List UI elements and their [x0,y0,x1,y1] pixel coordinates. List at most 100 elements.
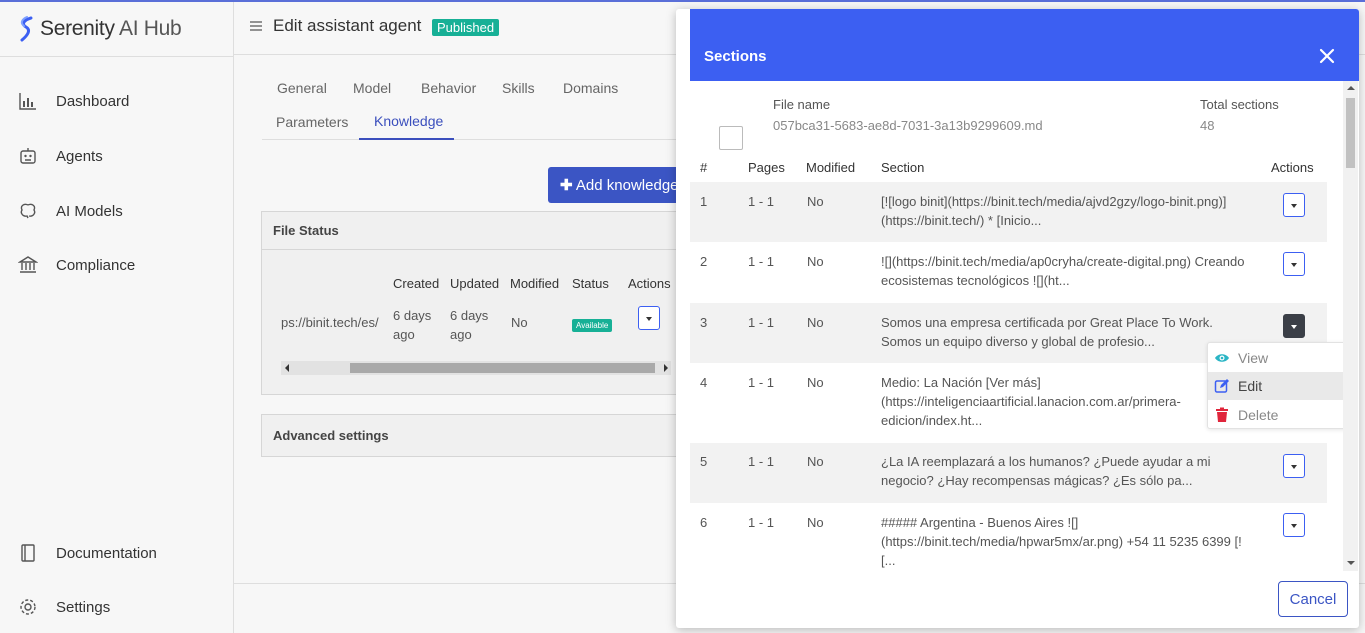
serenity-logo-icon [20,16,33,42]
row-section: Somos una empresa certificada por Great … [881,315,1213,349]
file-source-url: ps://binit.tech/es/ [281,315,379,330]
sidebar-item-ai-models[interactable]: AI Models [18,199,123,223]
row-modified: No [807,315,824,330]
sidebar-item-agents[interactable]: Agents [18,144,103,168]
scroll-up-icon[interactable] [1347,86,1355,90]
row-pages: 1 - 1 [748,315,775,330]
sidebar-item-compliance[interactable]: Compliance [18,253,135,277]
sidebar-item-label: Dashboard [56,92,130,110]
advanced-settings-card[interactable]: Advanced settings [261,414,681,457]
scroll-right-icon[interactable] [664,364,668,372]
table-row: 1 1 - 1 No [![logo binit](https://binit.… [690,182,1327,242]
caret-down-icon [1291,325,1297,329]
column-created: Created [393,276,440,291]
column-actions: Actions [1271,160,1314,175]
brain-icon [20,203,36,219]
dropdown-item-edit[interactable]: Edit [1208,372,1345,400]
dropdown-item-view[interactable]: View [1208,344,1345,372]
horizontal-scrollbar[interactable] [281,361,671,375]
row-pages: 1 - 1 [748,454,775,469]
modal-header: Sections [690,9,1359,81]
sidebar-item-label: Settings [56,598,111,616]
caret-down-icon [1291,204,1297,208]
app-name: Serenity AI Hub [40,17,182,40]
row-pages: 1 - 1 [748,194,775,209]
select-all-checkbox[interactable] [719,126,743,150]
row-section: ![](https://binit.tech/media/ap0cryha/cr… [881,254,1245,288]
file-created: 6 days ago [393,308,432,342]
column-updated: Updated [450,276,500,291]
caret-down-icon [1291,263,1297,267]
row-section: ##### Argentina - Buenos Aires ![](https… [881,515,1242,568]
file-status-title: File Status [262,212,680,250]
table-row: 2 1 - 1 No ![](https://binit.tech/media/… [690,242,1327,303]
tab-knowledge[interactable]: Knowledge [374,113,443,129]
row-modified: No [807,375,824,390]
row-number: 1 [700,194,708,209]
row-number: 2 [700,254,708,269]
tab-model[interactable]: Model [353,80,391,96]
row-actions-button[interactable] [1283,454,1305,478]
dropdown-item-delete[interactable]: Delete [1208,401,1345,429]
cancel-button[interactable]: Cancel [1278,581,1348,617]
modal-title: Sections [704,48,767,65]
robot-icon [20,148,36,164]
sidebar-item-dashboard[interactable]: Dashboard [18,89,129,113]
close-icon[interactable] [1317,46,1337,66]
row-modified: No [807,254,824,269]
row-pages: 1 - 1 [748,375,775,390]
trash-icon [1216,407,1228,422]
row-pages: 1 - 1 [748,515,775,530]
sidebar-divider [0,56,234,57]
sidebar-item-settings[interactable]: Settings [18,595,110,619]
sidebar-item-label: Documentation [56,544,157,562]
column-pages: Pages [748,160,785,175]
vertical-scrollbar[interactable] [1343,81,1358,571]
tab-parameters[interactable]: Parameters [276,114,348,130]
caret-down-icon [646,317,652,321]
row-pages: 1 - 1 [748,254,775,269]
row-section: ¿La IA reemplazará a los humanos? ¿Puede… [881,454,1211,488]
sidebar-item-label: Compliance [56,256,136,274]
total-sections-value: 48 [1200,118,1215,133]
add-knowledge-button[interactable]: ✚ Add knowledge [548,167,688,203]
scrollbar-thumb[interactable] [350,363,655,373]
tab-skills[interactable]: Skills [502,80,535,96]
tab-domains[interactable]: Domains [563,80,618,96]
advanced-settings-title: Advanced settings [273,428,389,443]
status-badge: Available [572,319,613,332]
row-actions-button[interactable] [1283,314,1305,338]
sidebar-item-label: AI Models [56,202,123,220]
scroll-left-icon[interactable] [285,364,289,372]
edit-icon [1214,379,1229,393]
total-sections-label: Total sections [1200,97,1279,112]
scroll-down-icon[interactable] [1347,561,1355,565]
column-number: # [700,160,708,175]
column-modified: Modified [510,276,560,291]
app-logo[interactable]: Serenity AI Hub [18,14,182,44]
file-name-label: File name [773,97,831,112]
row-actions-dropdown: View Edit Delete [1207,342,1345,429]
scrollbar-thumb[interactable] [1346,98,1355,168]
row-number: 4 [700,375,708,390]
file-modified: No [511,315,528,330]
file-updated: 6 days ago [450,308,489,342]
sidebar-item-documentation[interactable]: Documentation [18,541,157,565]
row-actions-button[interactable] [1283,193,1305,217]
row-actions-button[interactable] [1283,513,1305,537]
file-actions-button[interactable] [638,306,660,330]
tab-behavior[interactable]: Behavior [421,80,476,96]
gear-icon [20,599,36,615]
table-row: 5 1 - 1 No ¿La IA reemplazará a los huma… [690,443,1327,503]
tab-general[interactable]: General [277,80,327,96]
plus-icon: ✚ [560,177,573,194]
hamburger-menu-icon[interactable] [250,20,262,32]
row-section: Medio: La Nación [Ver más](https://intel… [881,375,1181,428]
modal-body: File name 057bca31-5683-ae8d-7031-3a13b9… [690,81,1345,571]
row-number: 3 [700,315,708,330]
column-status: Status [572,276,609,291]
file-status: Available [572,316,613,332]
row-actions-button[interactable] [1283,252,1305,276]
active-tab-indicator [359,138,454,140]
column-actions: Actions [628,276,671,291]
